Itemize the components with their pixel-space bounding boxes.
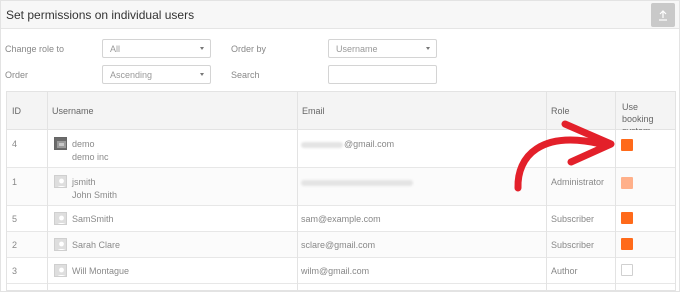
order-by-label: Order by bbox=[231, 44, 267, 54]
cell-email: sclare@gmail.com bbox=[301, 240, 376, 250]
cell-role: Subscriber bbox=[551, 214, 595, 224]
order-by-select[interactable]: Username bbox=[328, 39, 437, 58]
chevron-down-icon bbox=[200, 47, 204, 50]
cell-fullname: John Smith bbox=[72, 190, 118, 200]
permissions-panel: Set permissions on individual users Chan… bbox=[0, 0, 680, 292]
order-by-value: Username bbox=[336, 44, 378, 54]
column-header-id[interactable]: ID bbox=[7, 92, 47, 130]
user-avatar-icon bbox=[54, 212, 67, 225]
cell-username: Sarah Clare bbox=[72, 240, 121, 250]
table-row: 2 Sarah Clare sclare@gmail.com Subscribe… bbox=[7, 232, 675, 258]
cell-fullname: demo inc bbox=[72, 152, 109, 162]
booking-checkbox[interactable] bbox=[621, 238, 633, 250]
user-avatar-icon bbox=[54, 238, 67, 251]
cell-email: sam@example.com bbox=[301, 214, 381, 224]
change-role-label: Change role to bbox=[5, 44, 65, 54]
cell-username: SamSmith bbox=[72, 214, 114, 224]
user-avatar-icon bbox=[54, 175, 67, 188]
chevron-down-icon bbox=[426, 47, 430, 50]
cell-role: Administrator bbox=[551, 177, 605, 187]
panel-header: Set permissions on individual users bbox=[1, 1, 679, 29]
booking-checkbox[interactable] bbox=[621, 139, 633, 151]
avatar bbox=[54, 137, 67, 150]
cell-email: wilm@gmail.com bbox=[301, 266, 370, 276]
cell-username: jsmith bbox=[72, 177, 96, 187]
redacted-email bbox=[301, 141, 343, 148]
users-table: ID Username Email Role Use booking syste… bbox=[6, 91, 676, 291]
booking-checkbox[interactable] bbox=[621, 264, 633, 276]
column-header-role[interactable]: Role bbox=[546, 92, 615, 130]
upload-icon bbox=[659, 9, 667, 21]
column-divider bbox=[297, 92, 298, 290]
change-role-value: All bbox=[110, 44, 121, 54]
upload-button[interactable] bbox=[651, 3, 675, 27]
cell-role: Author bbox=[551, 266, 578, 276]
column-divider bbox=[47, 92, 48, 290]
table-row: 1 jsmith John Smith Administrator bbox=[7, 168, 675, 206]
column-header-booking[interactable]: Use booking system bbox=[615, 92, 675, 136]
panel-title: Set permissions on individual users bbox=[6, 8, 195, 22]
change-role-select[interactable]: All bbox=[102, 39, 211, 58]
table-row: 3 Will Montague wilm@gmail.com Author bbox=[7, 258, 675, 284]
table-row: 5 SamSmith sam@example.com Subscriber bbox=[7, 206, 675, 232]
chevron-down-icon bbox=[200, 73, 204, 76]
user-avatar-icon bbox=[54, 264, 67, 277]
cell-username: Will Montague bbox=[72, 266, 130, 276]
cell-id: 2 bbox=[12, 240, 18, 250]
cell-id: 4 bbox=[12, 139, 18, 149]
cell-id: 5 bbox=[12, 214, 18, 224]
column-header-username[interactable]: Username bbox=[47, 92, 297, 130]
order-label: Order bbox=[5, 70, 29, 80]
redacted-email bbox=[301, 179, 413, 186]
cell-role: Subscriber bbox=[551, 240, 595, 250]
cell-username: demo bbox=[72, 139, 95, 149]
order-value: Ascending bbox=[110, 70, 153, 80]
column-divider bbox=[546, 92, 547, 290]
order-select[interactable]: Ascending bbox=[102, 65, 211, 84]
search-label: Search bbox=[231, 70, 260, 80]
table-row: 4 demo demo inc @gmail.com bbox=[7, 130, 675, 168]
booking-checkbox[interactable] bbox=[621, 212, 633, 224]
booking-checkbox[interactable] bbox=[621, 177, 633, 189]
table-header: ID Username Email Role Use booking syste… bbox=[7, 92, 675, 136]
cell-email: @gmail.com bbox=[301, 139, 394, 149]
search-input[interactable] bbox=[328, 65, 437, 84]
column-header-email[interactable]: Email bbox=[297, 92, 546, 130]
column-divider bbox=[615, 92, 616, 290]
cell-email bbox=[301, 177, 414, 187]
cell-id: 3 bbox=[12, 266, 18, 276]
cell-id: 1 bbox=[12, 177, 18, 187]
